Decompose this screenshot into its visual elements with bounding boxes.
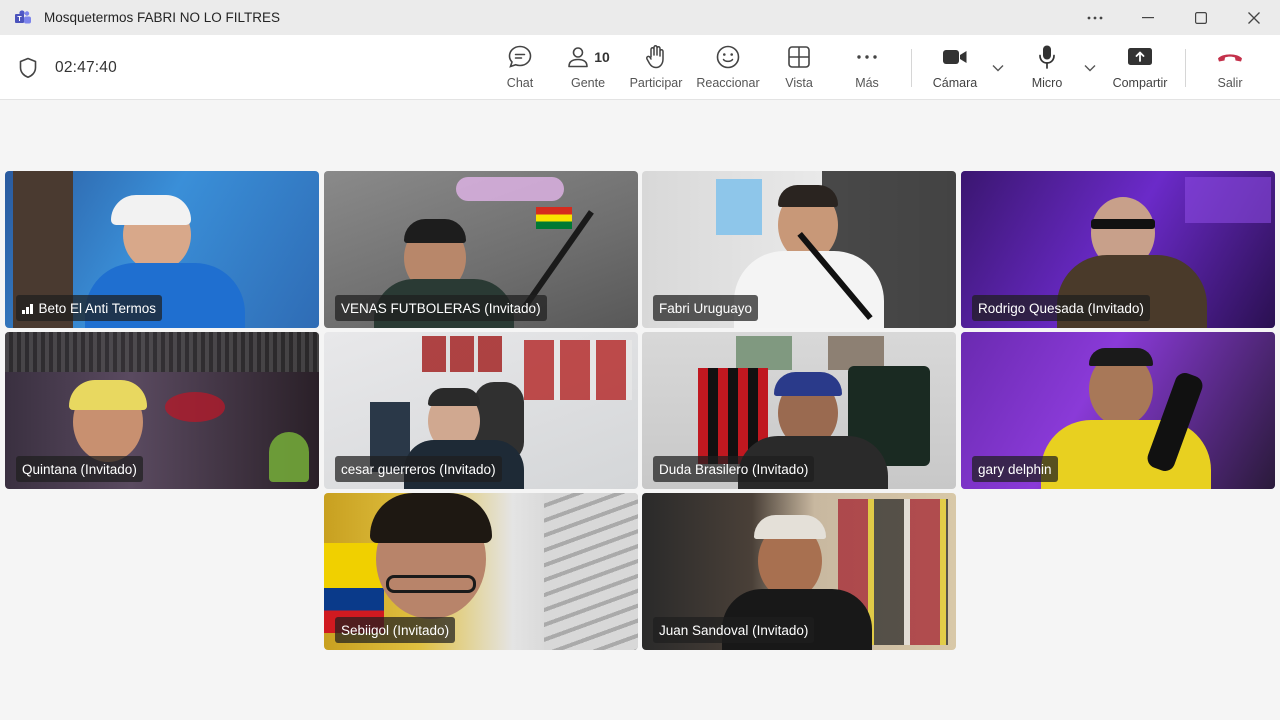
view-label: Vista xyxy=(785,76,813,90)
jersey-decoration xyxy=(716,179,762,235)
chevron-down-icon xyxy=(992,65,1004,72)
ellipsis-icon xyxy=(856,43,878,71)
participant-name: VENAS FUTBOLERAS (Invitado) xyxy=(341,300,541,316)
toolbar-divider xyxy=(1185,49,1186,87)
svg-text:T: T xyxy=(17,16,22,23)
teams-logo-icon: T xyxy=(13,8,33,28)
video-tile[interactable]: Fabri Uruguayo xyxy=(642,171,956,328)
participant-name: Sebiigol (Invitado) xyxy=(341,622,450,638)
video-tile[interactable]: Duda Brasilero (Invitado) xyxy=(642,332,956,489)
video-tile-active-speaker[interactable]: Rodrigo Quesada (Invitado) xyxy=(961,171,1275,328)
signal-strength-icon xyxy=(22,303,33,314)
more-label: Más xyxy=(855,76,879,90)
chat-icon xyxy=(507,43,533,71)
video-tile[interactable]: Beto El Anti Termos xyxy=(5,171,319,328)
minimize-button[interactable] xyxy=(1121,0,1174,35)
view-button[interactable]: Vista xyxy=(780,43,818,93)
chevron-down-icon xyxy=(1084,65,1096,72)
participant-name-chip: Duda Brasilero (Invitado) xyxy=(653,456,815,482)
minimize-icon xyxy=(1141,16,1154,18)
meeting-timer: 02:47:40 xyxy=(55,59,117,76)
participant-name: gary delphin xyxy=(978,461,1052,477)
share-screen-icon xyxy=(1127,43,1153,71)
raise-hand-button[interactable]: Participar xyxy=(626,43,686,93)
participant-name: Quintana (Invitado) xyxy=(22,461,137,477)
chat-button[interactable]: Chat xyxy=(499,43,541,93)
participant-name-chip: cesar guerreros (Invitado) xyxy=(335,456,502,482)
participant-name: Beto El Anti Termos xyxy=(38,300,157,316)
people-button[interactable]: 10 Gente xyxy=(562,43,614,93)
video-tile[interactable]: Quintana (Invitado) xyxy=(5,332,319,489)
jersey-decoration xyxy=(422,336,502,372)
participant-name-chip: Juan Sandoval (Invitado) xyxy=(653,617,815,643)
share-label: Compartir xyxy=(1112,76,1168,90)
participant-name-chip: Beto El Anti Termos xyxy=(16,295,163,321)
leave-label: Salir xyxy=(1217,76,1243,90)
participant-name-chip: Fabri Uruguayo xyxy=(653,295,759,321)
camera-options-chevron[interactable] xyxy=(991,61,1005,75)
video-tile[interactable]: Sebiigol (Invitado) xyxy=(324,493,638,650)
participant-name-chip: Rodrigo Quesada (Invitado) xyxy=(972,295,1150,321)
grid-view-icon xyxy=(787,43,811,71)
more-options-button[interactable] xyxy=(1068,0,1121,35)
frame-decoration xyxy=(736,336,792,370)
more-icon xyxy=(1087,16,1102,19)
share-button[interactable]: Compartir xyxy=(1110,43,1170,93)
camera-button[interactable]: Cámara xyxy=(930,43,980,93)
participant-name: Juan Sandoval (Invitado) xyxy=(659,622,809,638)
hang-up-icon xyxy=(1216,43,1244,71)
people-label: Gente xyxy=(570,76,606,90)
maximize-button[interactable] xyxy=(1174,0,1227,35)
video-tile-active-speaker[interactable]: gary delphin xyxy=(961,332,1275,489)
mic-label: Micro xyxy=(1031,76,1063,90)
more-actions-button[interactable]: Más xyxy=(848,43,886,93)
chat-label: Chat xyxy=(506,76,534,90)
people-count: 10 xyxy=(594,49,610,65)
video-tile[interactable]: cesar guerreros (Invitado) xyxy=(324,332,638,489)
close-window-button[interactable] xyxy=(1227,0,1280,35)
participant-name-chip: gary delphin xyxy=(972,456,1058,482)
raise-hand-icon xyxy=(644,43,668,71)
title-bar: T Mosquetermos FABRI NO LO FILTRES xyxy=(0,0,1280,35)
people-icon xyxy=(568,47,589,68)
camera-icon xyxy=(942,43,968,71)
emoji-icon xyxy=(715,43,741,71)
window-title: Mosquetermos FABRI NO LO FILTRES xyxy=(44,10,281,25)
react-label: Reaccionar xyxy=(696,76,760,90)
video-tile[interactable]: VENAS FUTBOLERAS (Invitado) xyxy=(324,171,638,328)
microphone-icon xyxy=(1037,43,1057,71)
participant-name-chip: Sebiigol (Invitado) xyxy=(335,617,456,643)
toy-decoration xyxy=(269,432,309,482)
participant-name-chip: Quintana (Invitado) xyxy=(16,456,143,482)
logo-decoration xyxy=(1185,177,1271,223)
shield-icon[interactable] xyxy=(18,57,38,79)
neon-sign xyxy=(456,177,564,201)
flag-decoration xyxy=(536,207,572,229)
camera-label: Cámara xyxy=(932,76,978,90)
leave-button[interactable]: Salir xyxy=(1210,43,1250,93)
participant-name: Fabri Uruguayo xyxy=(659,300,753,316)
close-icon xyxy=(1247,11,1260,24)
participant-name-chip: VENAS FUTBOLERAS (Invitado) xyxy=(335,295,547,321)
mic-options-chevron[interactable] xyxy=(1083,61,1097,75)
raise-hand-label: Participar xyxy=(629,76,683,90)
participant-name: Duda Brasilero (Invitado) xyxy=(659,461,809,477)
participant-name: Rodrigo Quesada (Invitado) xyxy=(978,300,1144,316)
meeting-toolbar: 02:47:40 Chat 10 Gente Participar Reacci… xyxy=(0,35,1280,100)
mic-button[interactable]: Micro xyxy=(1027,43,1067,93)
participant-name: cesar guerreros (Invitado) xyxy=(341,461,496,477)
maximize-icon xyxy=(1194,11,1207,24)
toolbar-divider xyxy=(911,49,912,87)
video-tile[interactable]: Juan Sandoval (Invitado) xyxy=(642,493,956,650)
react-button[interactable]: Reaccionar xyxy=(694,43,762,93)
